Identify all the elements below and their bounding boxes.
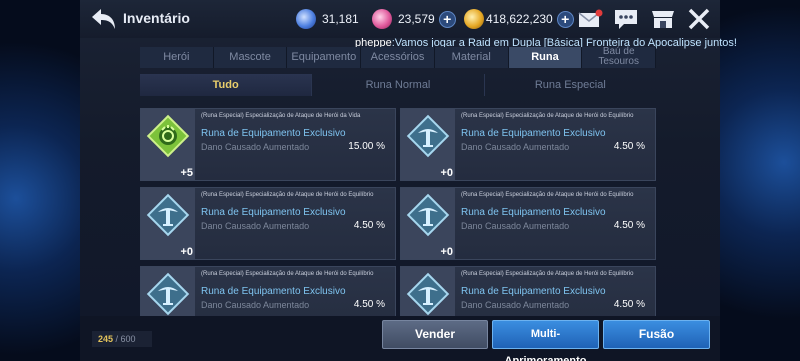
category-tabs: Herói Mascote Equipamento Acessórios Mat…: [140, 47, 657, 68]
rune-title: (Runa Especial) Especialização de Ataque…: [201, 113, 361, 119]
rune-card[interactable]: +0 (Runa Especial) Especialização de Ata…: [400, 108, 656, 181]
sell-button[interactable]: Vender: [382, 320, 488, 349]
rune-card[interactable]: (Runa Especial) Especialização de Ataque…: [400, 266, 656, 316]
chat-icon[interactable]: [613, 8, 639, 30]
tab-acessorios[interactable]: Acessórios: [361, 47, 435, 68]
page-title: Inventário: [123, 10, 190, 26]
rune-stat: Dano Causado Aumentado: [201, 221, 310, 231]
shop-icon[interactable]: [650, 8, 676, 30]
rune-card[interactable]: +0 (Runa Especial) Especialização de Ata…: [400, 187, 656, 260]
rune-value: 4.50 %: [353, 220, 385, 231]
close-icon[interactable]: [686, 8, 712, 30]
rune-icon-box: +0: [401, 109, 455, 180]
rune-filter-tabs: Tudo Runa Normal Runa Especial: [140, 74, 656, 96]
subtab-tudo[interactable]: Tudo: [140, 74, 313, 96]
green-life-rune-icon: [146, 114, 190, 158]
capacity-max: 600: [120, 334, 136, 344]
blue-balance-rune-icon: [146, 272, 190, 316]
currency-blue-orb: 31,181: [296, 8, 359, 30]
rune-name: Runa de Equipamento Exclusivo: [201, 286, 346, 297]
tab-runa[interactable]: Runa: [508, 47, 583, 68]
rune-name: Runa de Equipamento Exclusivo: [461, 286, 606, 297]
background-right: [720, 0, 800, 361]
inventory-capacity: 245 / 600: [92, 331, 152, 347]
rune-level: +5: [180, 167, 193, 179]
rune-stat: Dano Causado Aumentado: [201, 142, 310, 152]
tab-heroi[interactable]: Herói: [140, 47, 214, 68]
blue-balance-rune-icon: [406, 272, 450, 316]
currency-value: 418,622,230: [486, 12, 553, 26]
background-left: [0, 0, 80, 361]
rune-level: +0: [440, 246, 453, 258]
rune-title: (Runa Especial) Especialização de Ataque…: [201, 271, 374, 277]
rune-stat: Dano Causado Aumentado: [201, 300, 310, 310]
rune-title: (Runa Especial) Especialização de Ataque…: [461, 113, 634, 119]
rune-icon-box: +0: [141, 188, 195, 259]
tab-mascote[interactable]: Mascote: [213, 47, 288, 68]
rune-icon-box: +5: [141, 109, 195, 180]
rune-title: (Runa Especial) Especialização de Ataque…: [461, 192, 634, 198]
tab-equipamento[interactable]: Equipamento: [287, 47, 362, 68]
currency-gold: 418,622,230 +: [464, 8, 574, 30]
currency-pink-gem: 23,579 +: [372, 8, 456, 30]
fusion-button[interactable]: Fusão: [603, 320, 710, 349]
blue-balance-rune-icon: [406, 114, 450, 158]
rune-icon-box: +0: [401, 188, 455, 259]
gold-coin-icon: [464, 9, 484, 29]
rune-title: (Runa Especial) Especialização de Ataque…: [461, 271, 634, 277]
rune-name: Runa de Equipamento Exclusivo: [201, 207, 346, 218]
rune-card[interactable]: +5 (Runa Especial) Especialização de Ata…: [140, 108, 396, 181]
rune-grid: +5 (Runa Especial) Especialização de Ata…: [140, 108, 656, 316]
currency-value: 31,181: [322, 12, 359, 26]
subtab-runa-normal[interactable]: Runa Normal: [312, 74, 485, 96]
add-gold-button[interactable]: +: [556, 10, 574, 28]
back-arrow-icon[interactable]: [90, 6, 118, 32]
currency-value: 23,579: [398, 12, 435, 26]
rune-stat: Dano Causado Aumentado: [461, 142, 570, 152]
rune-name: Runa de Equipamento Exclusivo: [461, 128, 606, 139]
blue-balance-rune-icon: [146, 193, 190, 237]
blue-orb-icon: [296, 9, 316, 29]
rune-value: 4.50 %: [613, 220, 645, 231]
rune-value: 4.50 %: [613, 299, 645, 310]
rune-icon-box: [141, 267, 195, 316]
rune-card[interactable]: +0 (Runa Especial) Especialização de Ata…: [140, 187, 396, 260]
rune-stat: Dano Causado Aumentado: [461, 221, 570, 231]
rune-name: Runa de Equipamento Exclusivo: [201, 128, 346, 139]
rune-icon-box: [401, 267, 455, 316]
rune-level: +0: [440, 167, 453, 179]
tab-bau-de-tesouros[interactable]: Baú de Tesouros: [582, 47, 657, 68]
rune-value: 15.00 %: [348, 141, 385, 152]
rune-value: 4.50 %: [353, 299, 385, 310]
rune-value: 4.50 %: [613, 141, 645, 152]
mail-icon[interactable]: [577, 8, 603, 30]
pink-gem-icon: [372, 9, 392, 29]
rune-name: Runa de Equipamento Exclusivo: [461, 207, 606, 218]
blue-balance-rune-icon: [406, 193, 450, 237]
tab-material[interactable]: Material: [434, 47, 509, 68]
rune-level: +0: [180, 246, 193, 258]
multi-enhance-button[interactable]: Multi-Aprimoramento: [492, 320, 599, 361]
rune-stat: Dano Causado Aumentado: [461, 300, 570, 310]
rune-card[interactable]: (Runa Especial) Especialização de Ataque…: [140, 266, 396, 316]
capacity-current: 245: [98, 334, 114, 344]
add-gem-button[interactable]: +: [438, 10, 456, 28]
capacity-separator: /: [113, 334, 121, 344]
subtab-runa-especial[interactable]: Runa Especial: [485, 74, 656, 96]
rune-title: (Runa Especial) Especialização de Ataque…: [201, 192, 374, 198]
